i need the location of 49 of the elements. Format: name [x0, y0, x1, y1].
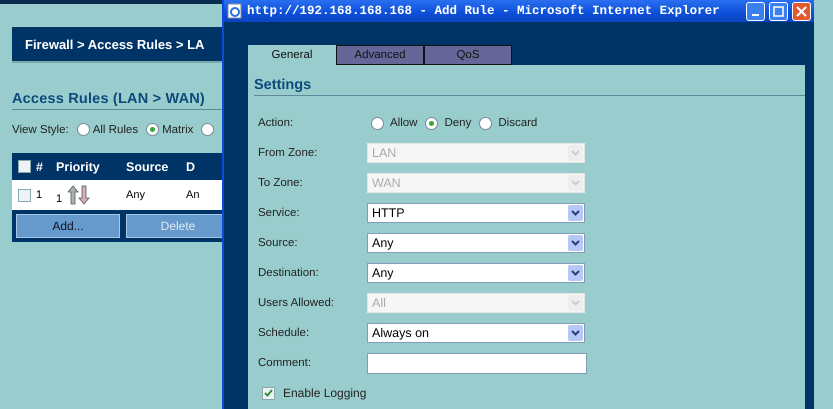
dropdown-field[interactable]: HTTP: [367, 203, 585, 223]
table-cell: An: [186, 189, 200, 201]
maximize-button[interactable]: [769, 2, 788, 20]
column-header: Priority: [56, 160, 100, 174]
select-all-checkbox[interactable]: [18, 160, 30, 173]
window-title: http://192.168.168.168 - Add Rule - Microsoft Internet Explorer: [247, 4, 721, 18]
column-header: #: [36, 160, 43, 174]
field-label: Destination:: [258, 267, 320, 279]
action-radio[interactable]: Allow: [371, 116, 418, 130]
section-heading: Access Rules (LAN > WAN): [12, 91, 222, 110]
dropdown-field[interactable]: Any: [367, 263, 585, 283]
checkbox-label: Enable Logging: [283, 386, 366, 400]
column-header: D: [186, 160, 196, 174]
minimize-button[interactable]: [746, 2, 765, 20]
logging-checkbox[interactable]: [262, 386, 275, 400]
field-label: Users Allowed:: [258, 297, 336, 309]
field-label: To Zone:: [258, 177, 304, 189]
action-radio[interactable]: Deny: [425, 116, 472, 130]
tab[interactable]: General: [248, 45, 336, 65]
tab[interactable]: QoS: [424, 45, 512, 65]
column-header: Source: [126, 160, 168, 174]
up-down-arrows-icon[interactable]: [68, 185, 90, 205]
field-label: Comment:: [258, 357, 312, 369]
dropdown-field[interactable]: Any: [367, 233, 585, 253]
table-cell: Any: [126, 189, 145, 201]
table-cell: 1: [56, 193, 62, 205]
add-button[interactable]: Add...: [16, 214, 120, 238]
row-checkbox[interactable]: [18, 188, 30, 202]
close-button[interactable]: [792, 2, 811, 20]
view-style-radio[interactable]: Matrix: [146, 123, 194, 136]
view-style-label: View Style:: [12, 124, 69, 136]
dropdown-field[interactable]: Always on: [367, 323, 585, 343]
field-label: Action:: [258, 117, 294, 129]
breadcrumb-bar: Firewall > Access Rules > LA: [12, 27, 222, 63]
view-style-radio[interactable]: All Rules: [76, 123, 138, 136]
browser-icon: [227, 3, 243, 19]
minimize-icon: [752, 14, 759, 16]
action-radio[interactable]: Discard: [479, 116, 538, 130]
maximize-icon: [773, 6, 784, 16]
field-label: Service:: [258, 207, 301, 219]
comment-field[interactable]: [367, 352, 587, 374]
tab[interactable]: Advanced: [336, 45, 424, 65]
section-title: Settings: [254, 77, 805, 96]
field-label: Schedule:: [258, 327, 310, 339]
view-style-radio[interactable]: [201, 123, 214, 136]
table-cell: 1: [36, 189, 42, 201]
close-icon: [796, 6, 807, 16]
field-label: From Zone:: [258, 147, 318, 159]
field-label: Source:: [258, 237, 299, 249]
